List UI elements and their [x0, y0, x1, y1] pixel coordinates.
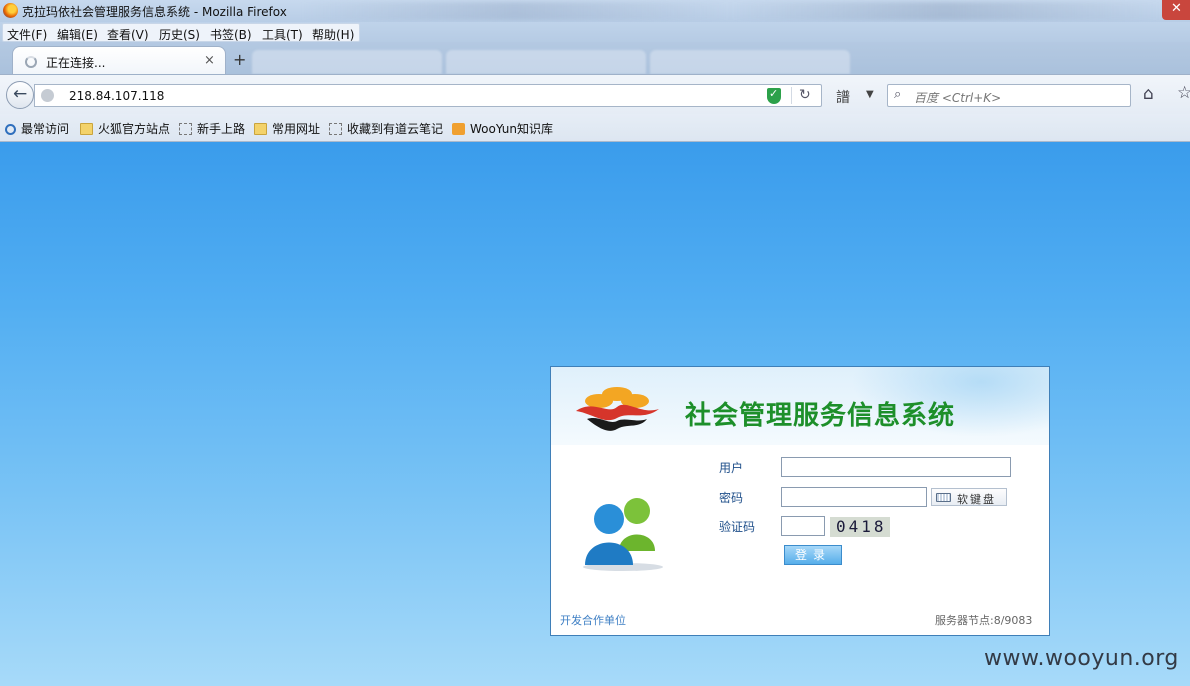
bookmark-label: 新手上路	[197, 122, 246, 136]
search-icon	[5, 124, 16, 135]
page-content: 社会管理服务信息系统 用户 密码 软键盘 验证码 0418 登录 开发合作单位 …	[0, 142, 1190, 686]
menu-bookmarks[interactable]: 书签(B)	[210, 26, 252, 43]
system-title: 社会管理服务信息系统	[685, 401, 956, 431]
menu-view[interactable]: 查看(V)	[107, 26, 149, 43]
page-icon	[329, 123, 342, 135]
bookmark-youdao-note[interactable]: 收藏到有道云笔记	[329, 120, 443, 136]
captcha-image[interactable]: 0418	[830, 517, 890, 537]
reload-icon[interactable]: ↻	[799, 87, 811, 103]
window-title: 克拉玛依社会管理服务信息系统 - Mozilla Firefox	[22, 5, 287, 19]
background-tab[interactable]	[446, 50, 646, 74]
globe-icon	[41, 89, 54, 102]
title-bar-background	[300, 2, 1160, 20]
home-icon[interactable]: ⌂	[1143, 84, 1154, 104]
login-button[interactable]: 登录	[784, 545, 842, 565]
users-icon	[583, 498, 663, 571]
tab-title: 正在连接...	[46, 56, 106, 70]
bookmark-label: WooYun知识库	[470, 122, 554, 136]
captcha-input[interactable]	[781, 516, 825, 536]
translate-icon[interactable]: 譜	[836, 87, 850, 107]
password-label: 密码	[719, 491, 744, 505]
back-arrow-icon: ←	[13, 84, 28, 104]
bookmarks-bar: 最常访问 火狐官方站点 新手上路 常用网址 收藏到有道云笔记 WooYun知识库	[0, 114, 1190, 142]
bookmark-star-icon[interactable]: ☆	[1177, 83, 1190, 103]
background-tab[interactable]	[252, 50, 442, 74]
soft-keyboard-button[interactable]: 软键盘	[931, 488, 1007, 506]
folder-icon	[80, 123, 93, 135]
back-button[interactable]: ←	[6, 81, 34, 109]
tab-active[interactable]: 正在连接... ×	[12, 46, 226, 76]
loading-spinner-icon	[25, 56, 37, 68]
bookmark-label: 火狐官方站点	[98, 122, 171, 136]
menu-edit[interactable]: 编辑(E)	[57, 26, 98, 43]
bookmark-getting-started[interactable]: 新手上路	[179, 120, 245, 136]
window-close-button[interactable]: ✕	[1162, 0, 1190, 20]
shield-icon[interactable]: ✓	[767, 87, 781, 104]
bookmark-most-visited[interactable]: 最常访问	[5, 120, 69, 136]
bookmark-common-sites[interactable]: 常用网址	[254, 120, 320, 136]
menu-bar: 文件(F) 编辑(E) 查看(V) 历史(S) 书签(B) 工具(T) 帮助(H…	[0, 22, 1190, 42]
chevron-down-icon[interactable]: ▼	[866, 89, 874, 100]
user-label: 用户	[719, 461, 744, 475]
system-logo-icon	[576, 387, 659, 431]
url-separator	[791, 87, 792, 104]
menu-file[interactable]: 文件(F)	[7, 26, 47, 43]
menu-history[interactable]: 历史(S)	[159, 26, 200, 43]
soft-keyboard-label: 软键盘	[957, 493, 996, 506]
username-input[interactable]	[781, 457, 1011, 477]
background-tab[interactable]	[650, 50, 850, 74]
navigation-bar: 218.84.107.118 ✓ ↻ ← 譜 ▼ ⌕ 百度 <Ctrl+K> ⌂…	[0, 74, 1190, 114]
login-panel: 社会管理服务信息系统 用户 密码 软键盘 验证码 0418 登录 开发合作单位 …	[550, 366, 1050, 636]
watermark-text: www.wooyun.org	[984, 646, 1179, 671]
rss-icon	[452, 123, 465, 135]
firefox-logo-icon	[3, 3, 18, 18]
window-title-bar: 克拉玛依社会管理服务信息系统 - Mozilla Firefox ✕	[0, 0, 1190, 22]
bookmark-wooyun[interactable]: WooYun知识库	[452, 120, 553, 136]
close-icon: ✕	[1171, 1, 1182, 16]
bookmark-label: 最常访问	[21, 122, 70, 136]
bookmark-firefox-sites[interactable]: 火狐官方站点	[80, 120, 170, 136]
tab-strip: 正在连接... × +	[0, 42, 1190, 76]
page-icon	[179, 123, 192, 135]
bookmark-label: 常用网址	[272, 122, 321, 136]
search-bar[interactable]: ⌕ 百度 <Ctrl+K>	[887, 84, 1131, 107]
developer-partner-link[interactable]: 开发合作单位	[560, 612, 626, 628]
search-placeholder: 百度 <Ctrl+K>	[914, 91, 1002, 105]
keyboard-icon	[936, 493, 951, 502]
search-icon: ⌕	[894, 87, 902, 102]
password-input[interactable]	[781, 487, 927, 507]
new-tab-button[interactable]: +	[233, 50, 246, 69]
bookmark-label: 收藏到有道云笔记	[347, 122, 444, 136]
url-bar[interactable]: 218.84.107.118 ✓ ↻	[34, 84, 822, 107]
menu-tools[interactable]: 工具(T)	[262, 26, 303, 43]
server-node-text: 服务器节点:8/9083	[935, 614, 1033, 627]
captcha-label: 验证码	[719, 520, 756, 534]
tab-close-icon[interactable]: ×	[204, 53, 215, 68]
menu-bar-box: 文件(F) 编辑(E) 查看(V) 历史(S) 书签(B) 工具(T) 帮助(H…	[2, 23, 360, 42]
folder-icon	[254, 123, 267, 135]
url-text[interactable]: 218.84.107.118	[69, 89, 164, 103]
menu-help[interactable]: 帮助(H)	[312, 26, 354, 43]
